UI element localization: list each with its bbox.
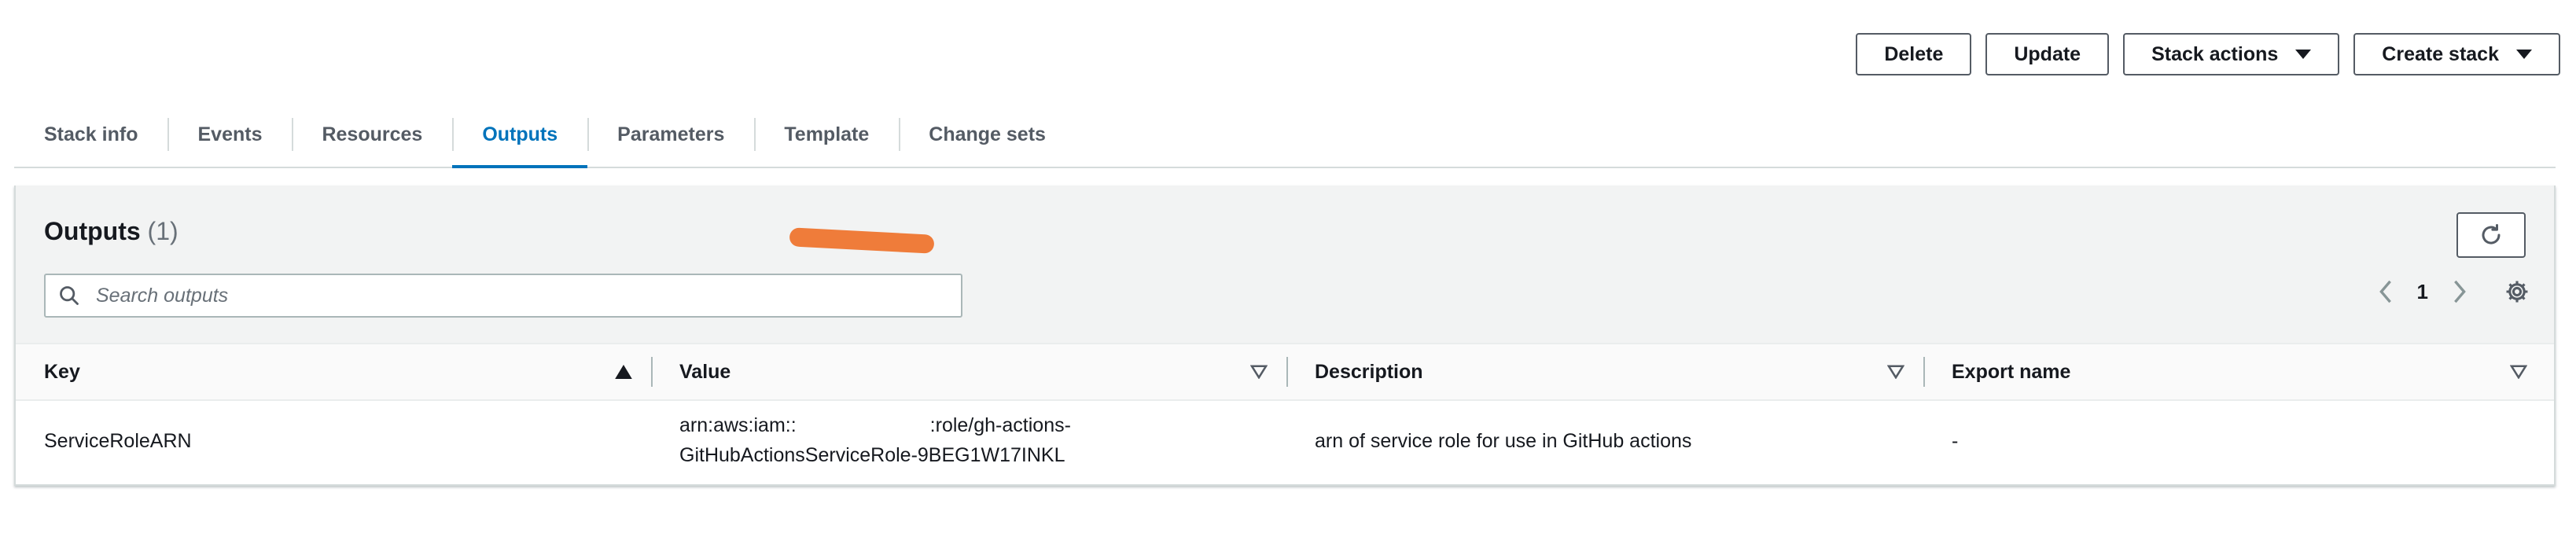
- delete-button-label: Delete: [1884, 42, 1944, 65]
- settings-gear-icon[interactable]: [2504, 278, 2530, 305]
- column-header-export-name[interactable]: Export name: [1952, 344, 2070, 399]
- outputs-panel: Outputs (1) 1 Key V: [14, 186, 2556, 486]
- stack-action-bar: Delete Update Stack actions Create stack: [1856, 33, 2560, 75]
- chevron-right-icon[interactable]: [2452, 280, 2467, 303]
- search-input[interactable]: [94, 283, 947, 308]
- tab-outputs[interactable]: Outputs: [452, 102, 587, 168]
- column-header-key[interactable]: Key: [44, 344, 80, 399]
- outputs-count: (1): [147, 217, 178, 245]
- output-value: arn:aws:iam:::role/gh-actions- GitHubAct…: [679, 410, 1071, 470]
- outputs-header: Outputs (1) 1: [16, 186, 2554, 343]
- tab-change-sets[interactable]: Change sets: [899, 102, 1076, 167]
- output-key: ServiceRoleARN: [44, 430, 192, 452]
- caret-down-icon: [2295, 50, 2312, 59]
- search-icon: [60, 286, 79, 305]
- output-value-suffix: :role/gh-actions-: [929, 414, 1071, 436]
- outputs-title: Outputs (1): [44, 217, 178, 246]
- stack-tabs: Stack info Events Resources Outputs Para…: [14, 102, 2556, 168]
- caret-down-icon: [2516, 50, 2532, 59]
- table-header: Key Value Description Export name: [16, 343, 2554, 401]
- create-stack-dropdown[interactable]: Create stack: [2353, 33, 2560, 75]
- column-divider[interactable]: [1286, 357, 1288, 387]
- update-button-label: Update: [2014, 42, 2081, 65]
- sort-icon[interactable]: [2510, 365, 2527, 379]
- stack-actions-label: Stack actions: [2151, 42, 2279, 65]
- output-description: arn of service role for use in GitHub ac…: [1315, 430, 1692, 452]
- tab-events[interactable]: Events: [167, 102, 292, 167]
- create-stack-label: Create stack: [2382, 42, 2499, 65]
- tab-resources[interactable]: Resources: [292, 102, 452, 167]
- output-value-line2: GitHubActionsServiceRole-9BEG1W17INKL: [679, 444, 1065, 466]
- output-export-name: -: [1952, 430, 1959, 452]
- sort-icon[interactable]: [1887, 365, 1904, 379]
- chevron-left-icon[interactable]: [2378, 280, 2394, 303]
- pagination: 1: [2378, 278, 2530, 305]
- refresh-icon: [2482, 224, 2501, 244]
- tab-stack-info[interactable]: Stack info: [14, 102, 167, 167]
- column-divider[interactable]: [1923, 357, 1925, 387]
- sort-ascending-icon[interactable]: [615, 365, 632, 379]
- column-header-value[interactable]: Value: [679, 344, 730, 399]
- delete-button[interactable]: Delete: [1856, 33, 1972, 75]
- sort-icon[interactable]: [1250, 365, 1268, 379]
- output-value-prefix: arn:aws:iam::: [679, 414, 797, 436]
- search-field: [44, 274, 962, 318]
- column-divider[interactable]: [651, 357, 653, 387]
- refresh-button[interactable]: [2456, 212, 2526, 258]
- tab-template[interactable]: Template: [754, 102, 899, 167]
- tab-parameters[interactable]: Parameters: [587, 102, 754, 167]
- outputs-title-text: Outputs: [44, 217, 141, 245]
- page-number[interactable]: 1: [2417, 280, 2428, 304]
- stack-actions-dropdown[interactable]: Stack actions: [2123, 33, 2340, 75]
- table-row: ServiceRoleARN arn:aws:iam:::role/gh-act…: [16, 399, 2554, 484]
- column-header-description[interactable]: Description: [1315, 344, 1423, 399]
- update-button[interactable]: Update: [1985, 33, 2110, 75]
